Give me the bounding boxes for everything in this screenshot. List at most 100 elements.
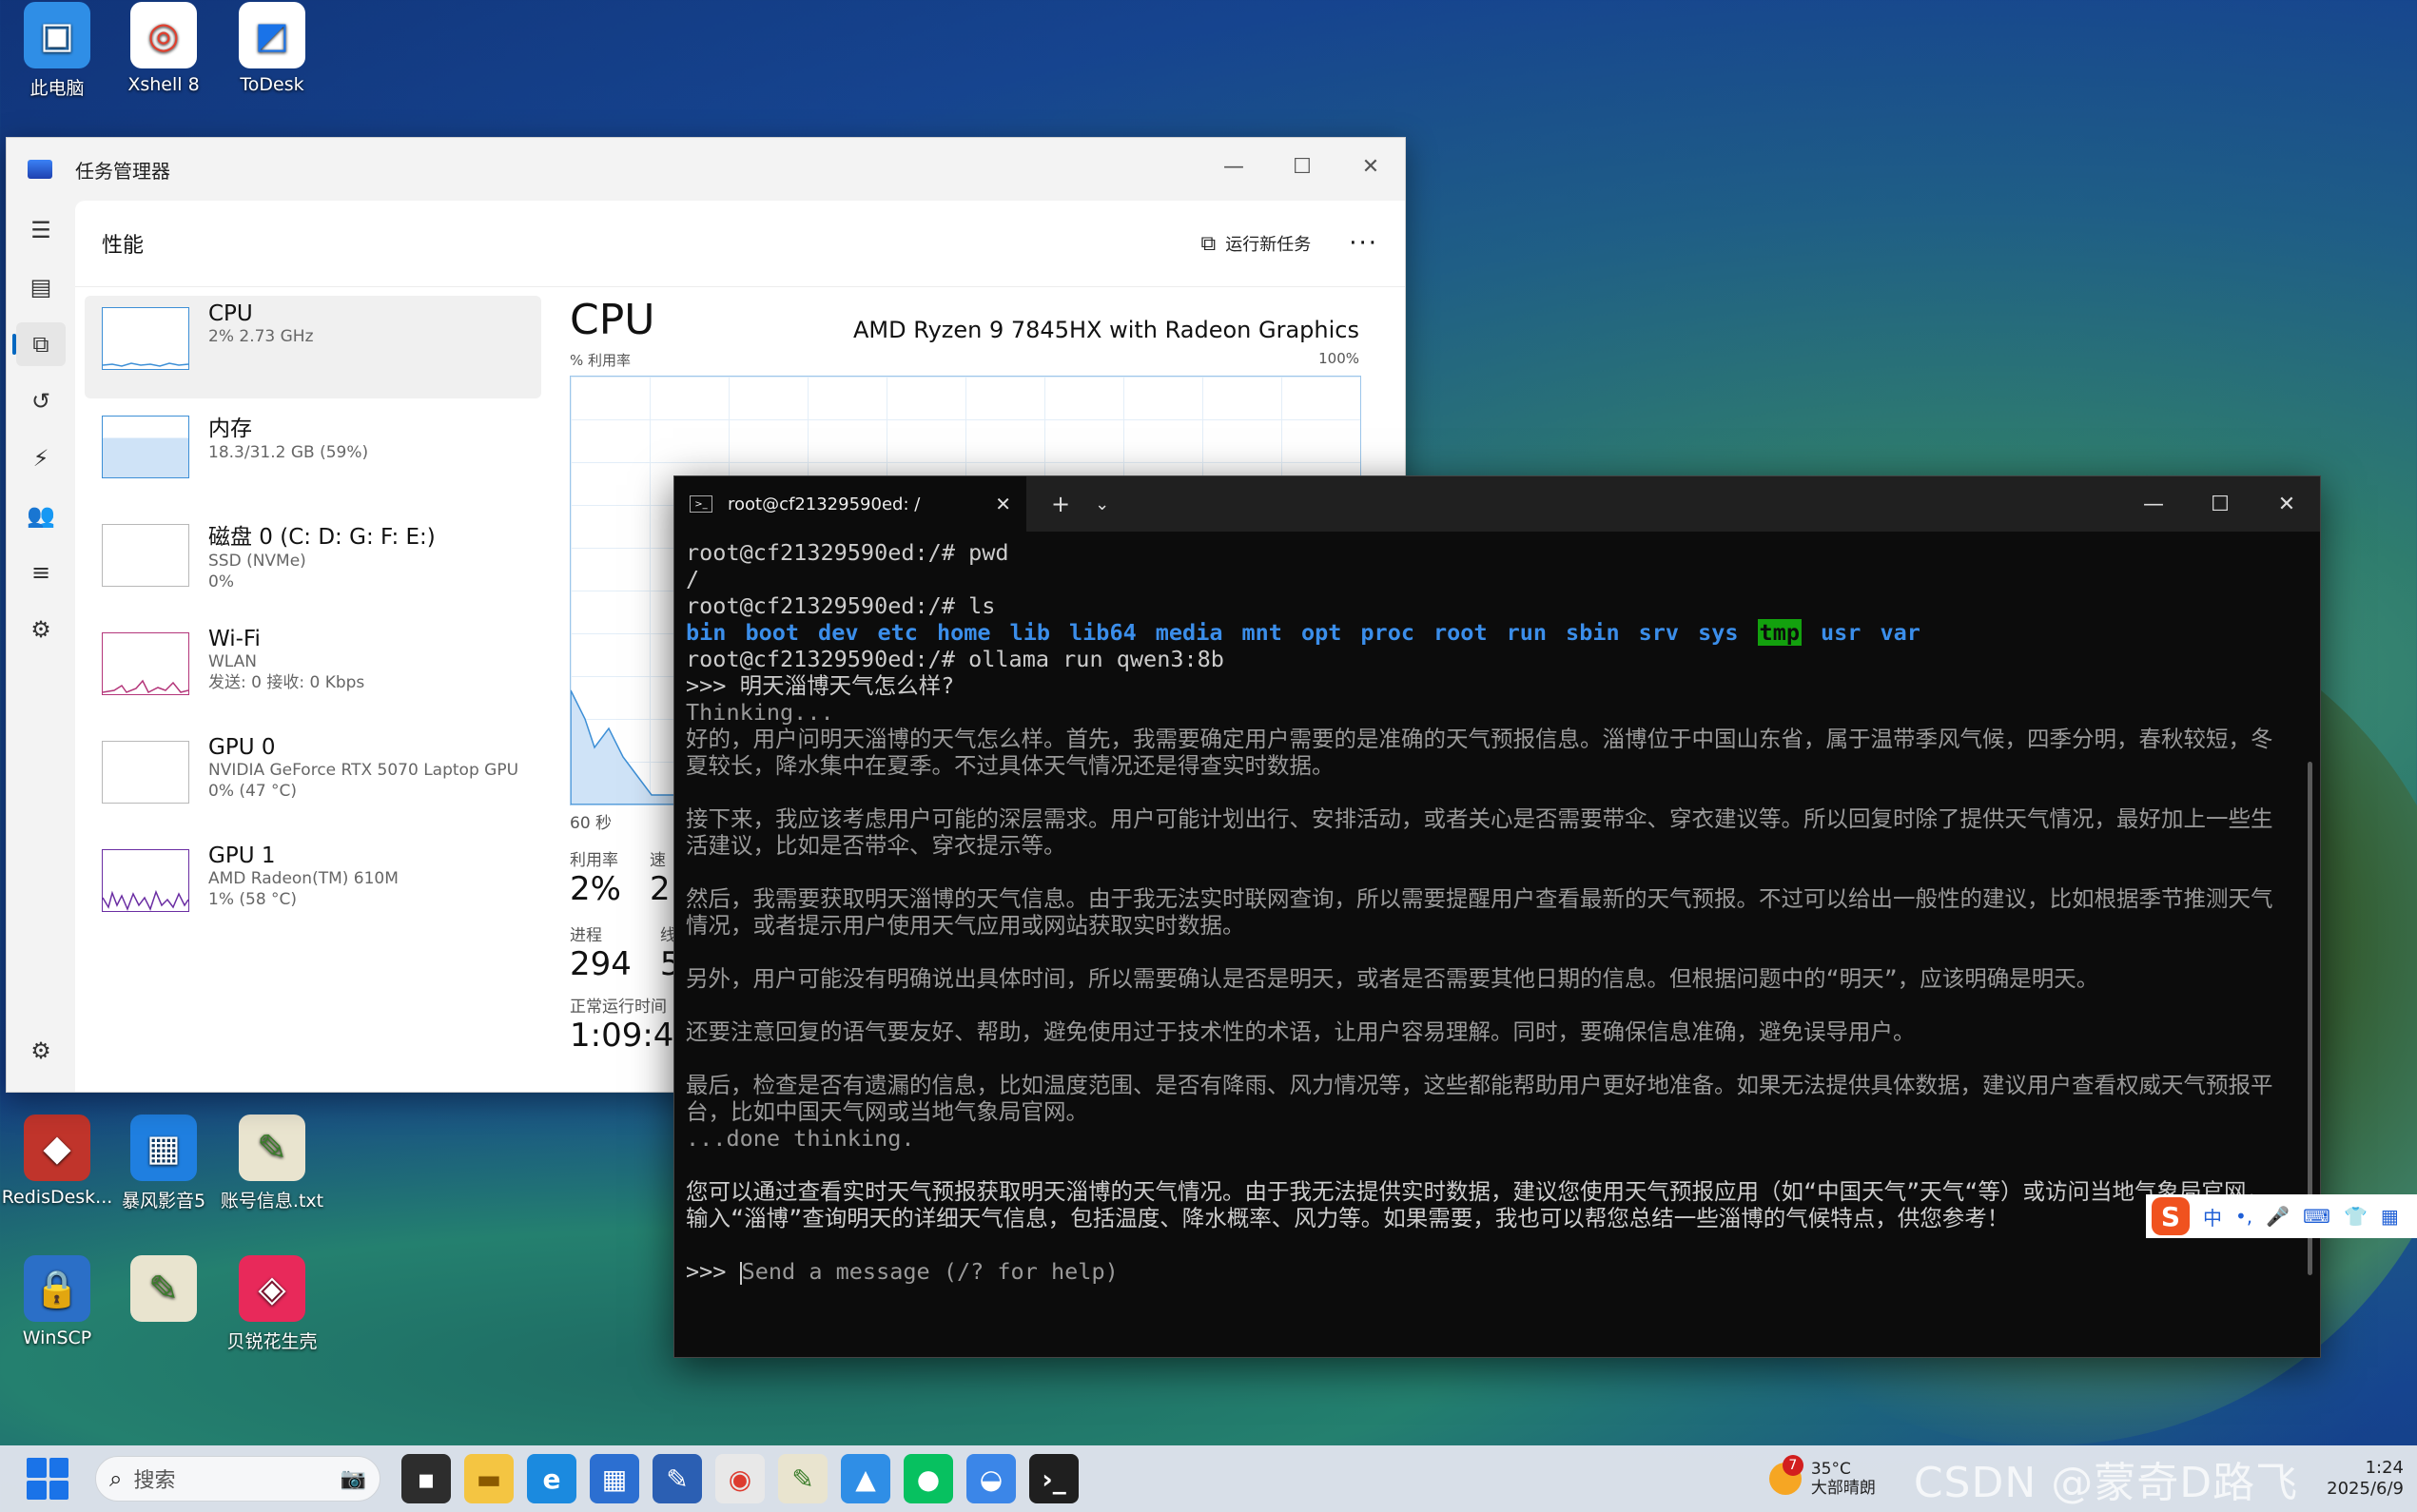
users-icon[interactable]: 👥: [16, 494, 66, 537]
ls-output: bin boot dev etc home lib lib64 media mnt opt proc…: [686, 619, 2282, 646]
perf-item-name: GPU 1: [208, 843, 276, 868]
prompt: root@cf21329590ed:/#: [686, 592, 955, 619]
task-manager-taskbar-icon[interactable]: ▲: [841, 1454, 890, 1503]
chrome-icon[interactable]: ◉: [715, 1454, 765, 1503]
perf-item-cpu[interactable]: CPU 2% 2.73 GHz: [85, 296, 541, 398]
desktop-icon-winscp[interactable]: 🔒 WinSCP: [0, 1255, 114, 1348]
run-task-icon: ⧉: [1200, 231, 1217, 256]
performance-icon[interactable]: ⧉: [12, 322, 66, 366]
perf-item-disk[interactable]: 磁盘 0 (C: D: G: F: E:) SSD (NVMe) 0%: [85, 513, 541, 615]
desktop-icon-xshell[interactable]: ◎ Xshell 8: [107, 2, 221, 95]
ls-entry: lib64: [1069, 619, 1137, 646]
ls-entry: root: [1433, 619, 1488, 646]
process-value: 294: [570, 945, 632, 983]
minimize-icon[interactable]: —: [1199, 145, 1268, 187]
perf-item-wifi[interactable]: Wi-Fi WLAN 发送: 0 接收: 0 Kbps: [85, 621, 541, 724]
input-prompt: >>>: [686, 1258, 740, 1285]
terminal-line: root@cf21329590ed:/# pwd: [686, 539, 2282, 566]
command: ls: [954, 592, 996, 619]
terminal-taskbar-icon[interactable]: ›_: [1029, 1454, 1079, 1503]
nav-rail: ☰ ▤ ⧉ ↺ ⚡ 👥 ≡ ⚙ ⚙: [7, 201, 75, 1092]
terminal-output[interactable]: root@cf21329590ed:/# pwd / root@cf213295…: [686, 539, 2282, 1357]
desktop-icon-baofeng[interactable]: ▦ 暴风影音5: [107, 1115, 221, 1212]
ls-entry: media: [1155, 619, 1223, 646]
close-icon[interactable]: ✕: [2253, 476, 2320, 532]
close-icon[interactable]: ✕: [1336, 145, 1405, 187]
run-new-task-button[interactable]: ⧉ 运行新任务: [1200, 231, 1311, 256]
chevron-down-icon[interactable]: ⌄: [1095, 494, 1109, 514]
new-tab-plus-icon[interactable]: +: [1051, 491, 1070, 517]
file-explorer-icon[interactable]: ▬: [464, 1454, 514, 1503]
ls-entry: srv: [1638, 619, 1680, 646]
redis-icon: ◆: [24, 1115, 90, 1181]
perf-item-memory[interactable]: 内存 18.3/31.2 GB (59%): [85, 404, 541, 507]
wechat-icon[interactable]: ●: [904, 1454, 953, 1503]
skin-icon[interactable]: 👕: [2344, 1205, 2368, 1228]
oray-icon: ◈: [239, 1255, 305, 1322]
run-task-label: 运行新任务: [1225, 235, 1312, 255]
desktop-icon-blurred-file[interactable]: ✎: [107, 1255, 221, 1328]
desktop-icon-label: 账号信息.txt: [220, 1191, 324, 1212]
notepad-icon[interactable]: ✎: [778, 1454, 828, 1503]
toolbox-grid-icon[interactable]: ▦: [2381, 1205, 2399, 1228]
maximize-icon[interactable]: ☐: [1268, 145, 1336, 187]
terminal-line: root@cf21329590ed:/# ls: [686, 592, 2282, 619]
desktop-icon-oray[interactable]: ◈ 贝锐花生壳: [215, 1255, 329, 1353]
perf-item-gpu0[interactable]: GPU 0 NVIDIA GeForce RTX 5070 Laptop GPU…: [85, 729, 541, 832]
sogou-logo-icon[interactable]: S: [2152, 1197, 2190, 1235]
perf-item-name: GPU 0: [208, 735, 276, 760]
desktop-icon-todesk[interactable]: ◩ ToDesk: [215, 2, 329, 95]
more-options-button[interactable]: ···: [1349, 229, 1378, 258]
services-icon[interactable]: ⚙: [16, 608, 66, 651]
terminal-tab[interactable]: >_ root@cf21329590ed: / ✕: [674, 476, 1026, 532]
microphone-icon[interactable]: 🎤: [2266, 1205, 2290, 1228]
search-placeholder: 搜索: [133, 1469, 176, 1493]
ollama-question: >>> 明天淄博天气怎么样?: [686, 672, 955, 699]
weather-widget[interactable]: 7 35°C 大部晴朗: [1768, 1455, 1876, 1498]
minimize-icon[interactable]: —: [2120, 476, 2187, 532]
perf-item-sub: AMD Radeon(TM) 610M: [208, 869, 399, 888]
task-manager-icon: [28, 160, 52, 179]
ls-entry: var: [1880, 619, 1920, 646]
hamburger-menu-icon[interactable]: ☰: [16, 208, 66, 252]
terminal-tab-bar[interactable]: >_ root@cf21329590ed: / ✕ + ⌄: [674, 476, 2320, 532]
pen-app-icon[interactable]: ✎: [653, 1454, 702, 1503]
keyboard-icon[interactable]: ⌨: [2303, 1205, 2330, 1228]
memory-mini-graph: [102, 416, 189, 478]
desktop-icon-label: RedisDesk...: [1, 1187, 113, 1208]
desktop-icon-label: WinSCP: [22, 1328, 92, 1348]
app-history-icon[interactable]: ↺: [16, 379, 66, 423]
taskbar-clock[interactable]: 1:24 2025/6/9: [2327, 1458, 2404, 1500]
perf-item-gpu1[interactable]: GPU 1 AMD Radeon(TM) 610M 1% (58 °C): [85, 838, 541, 940]
cpu-axis-label: % 利用率: [570, 352, 632, 369]
tab-close-icon[interactable]: ✕: [995, 493, 1011, 515]
desktop-icon-this-pc[interactable]: ▣ 此电脑: [0, 2, 114, 100]
gpu0-mini-graph: [102, 741, 189, 804]
startup-apps-icon[interactable]: ⚡: [16, 436, 66, 480]
taskbar-search-box[interactable]: ⌕ 搜索 📷: [95, 1456, 380, 1502]
ime-punctuation-toggle[interactable]: •,: [2235, 1205, 2252, 1228]
start-windows-icon[interactable]: [27, 1458, 68, 1500]
maximize-icon[interactable]: ☐: [2187, 476, 2253, 532]
docker-icon[interactable]: ◒: [966, 1454, 1016, 1503]
terminal-line: /: [686, 566, 700, 592]
processes-icon[interactable]: ▤: [16, 265, 66, 309]
task-manager-titlebar[interactable]: 任务管理器: [7, 138, 1405, 201]
search-icon: ⌕: [109, 1465, 123, 1492]
thinking-paragraph: 接下来，我应该考虑用户可能的深层需求。用户可能计划出行、安排活动，或者关心是否需…: [686, 805, 2273, 859]
desktop-icon-account-txt[interactable]: ✎ 账号信息.txt: [215, 1115, 329, 1212]
input-line[interactable]: >>> Send a message (/? for help): [686, 1258, 2282, 1285]
ime-language-toggle[interactable]: 中: [2203, 1203, 2222, 1231]
settings-gear-icon[interactable]: ⚙: [16, 1029, 66, 1073]
edge-browser-icon[interactable]: e: [527, 1454, 576, 1503]
cpu-mini-graph: [102, 307, 189, 370]
baofeng-icon: ▦: [130, 1115, 197, 1181]
microsoft-store-icon[interactable]: ▦: [590, 1454, 639, 1503]
answer-paragraph: 您可以通过查看实时天气预报获取明天淄博的天气情况。由于我无法提供实时数据，建议您…: [686, 1178, 2269, 1231]
task-view-icon[interactable]: ▪: [401, 1454, 451, 1503]
ls-entry: lib: [1009, 619, 1050, 646]
details-icon[interactable]: ≡: [16, 551, 66, 594]
monitor-icon: ▣: [24, 2, 90, 68]
desktop-icon-redis[interactable]: ◆ RedisDesk...: [0, 1115, 114, 1208]
perf-item-name: CPU: [208, 301, 253, 326]
